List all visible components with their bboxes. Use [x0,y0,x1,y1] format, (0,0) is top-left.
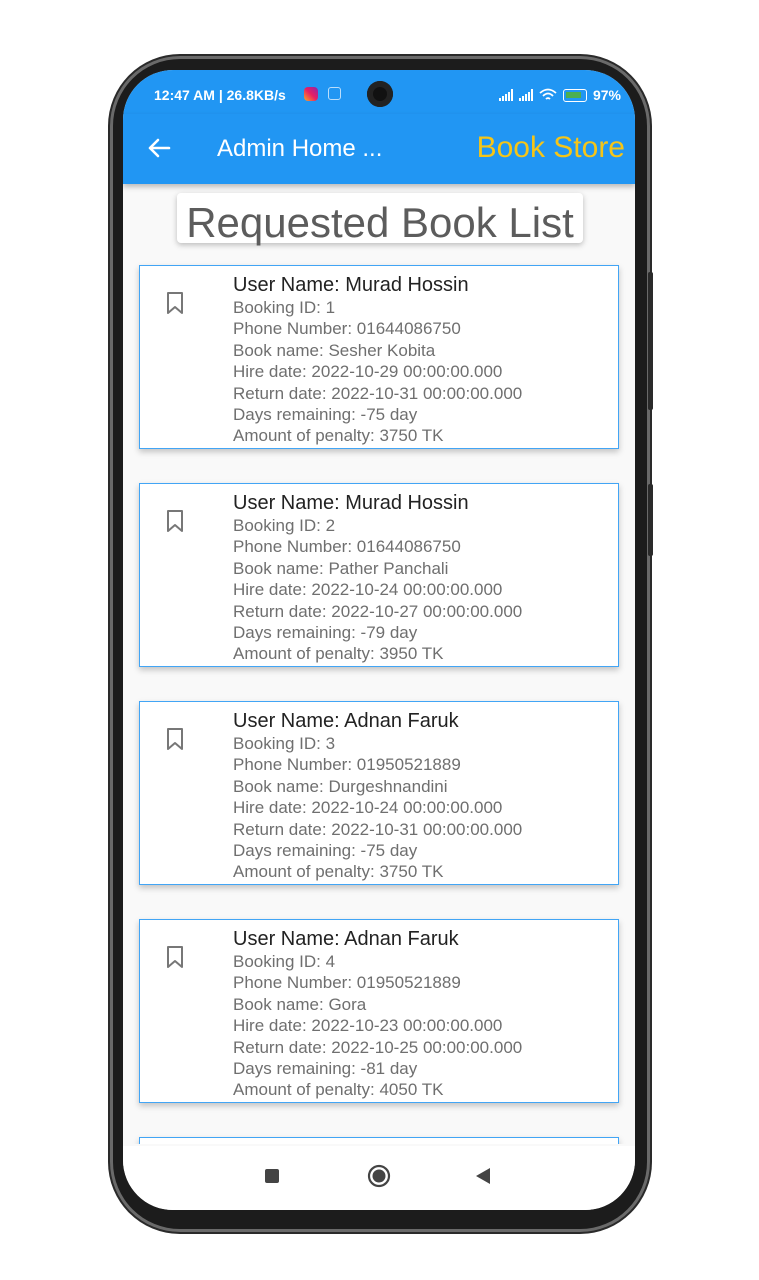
days-remaining: Days remaining: -81 day [233,1059,418,1079]
nav-back-triangle-icon[interactable] [475,1167,491,1185]
booking-id: Booking ID: 1 [233,298,336,317]
booking-card[interactable]: User Name: Adnan Faruk Booking ID: 3 Pho… [139,701,619,885]
front-camera [367,81,393,107]
user-name: User Name: Murad Hossin [233,492,469,514]
days-remaining: Days remaining: -75 day [233,841,418,861]
user-name: User Name: Murad Hossin [233,274,469,296]
book-name: Book name: Gora [233,994,367,1014]
user-name: User Name: Adnan Faruk [233,928,459,950]
penalty-amount: Amount of penalty: 3750 TK [233,862,444,882]
days-remaining: Days remaining: -75 day [233,405,418,425]
hire-date: Hire date: 2022-10-24 00:00:00.000 [233,798,503,818]
booking-list[interactable]: Requested Book List User Name: Murad Hos… [123,184,635,1144]
phone-number: Phone Number: 01644086750 [233,537,461,557]
booking-card[interactable]: User Name: Murad Hossin Booking ID: 1 Ph… [139,265,619,449]
bookmark-icon [167,510,183,532]
book-name: Book name: Pather Panchali [233,558,449,578]
book-name: Book name: Durgeshnandini [233,776,448,796]
instagram-notification-icon [304,87,318,101]
app-title: Admin Home ... [217,135,383,162]
recents-square-icon[interactable] [265,1169,279,1183]
brand-title: Book Store [476,131,625,164]
volume-button [648,272,653,410]
booking-id: Booking ID: 3 [233,734,336,753]
booking-details: User Name: Adnan Faruk Booking ID: 4 Pho… [233,928,522,1101]
battery-percent: 97% [592,87,621,103]
booking-card[interactable]: User Name: Murad Hossin Booking ID: 2 Ph… [139,483,619,667]
booking-card-partial[interactable] [139,1137,619,1144]
bookmark-icon [167,292,183,314]
user-name: User Name: Adnan Faruk [233,710,459,732]
hire-date: Hire date: 2022-10-29 00:00:00.000 [233,362,503,382]
wifi-icon [539,88,557,100]
hire-date: Hire date: 2022-10-23 00:00:00.000 [233,1016,503,1036]
booking-card[interactable]: User Name: Adnan Faruk Booking ID: 4 Pho… [139,919,619,1103]
booking-details: User Name: Adnan Faruk Booking ID: 3 Pho… [233,710,522,883]
power-button [648,484,653,556]
penalty-amount: Amount of penalty: 3950 TK [233,644,444,664]
system-nav-bar [123,1146,635,1210]
return-date: Return date: 2022-10-31 00:00:00.000 [233,383,523,403]
hire-date: Hire date: 2022-10-24 00:00:00.000 [233,580,503,600]
home-circle-icon[interactable] [367,1164,391,1188]
booking-id: Booking ID: 2 [233,516,336,535]
heading-box: Requested Book List [177,193,583,246]
return-date: Return date: 2022-10-27 00:00:00.000 [233,601,523,621]
app-bar: Admin Home ... Book Store [123,114,635,184]
penalty-amount: Amount of penalty: 4050 TK [233,1080,444,1100]
bookmark-icon [167,728,183,750]
days-remaining: Days remaining: -79 day [233,623,418,643]
phone-number: Phone Number: 01644086750 [233,319,461,339]
booking-details: User Name: Murad Hossin Booking ID: 2 Ph… [233,492,522,665]
signal-icon [498,89,513,101]
status-time: 12:47 AM | 26.8KB/s [154,87,286,103]
return-date: Return date: 2022-10-25 00:00:00.000 [233,1037,523,1057]
phone-number: Phone Number: 01950521889 [233,973,461,993]
app-notification-icon [328,87,341,100]
back-arrow-icon[interactable] [145,134,173,162]
phone-screen: 12:47 AM | 26.8KB/s 97% Admin Home ... B… [123,70,635,1210]
phone-number: Phone Number: 01950521889 [233,755,461,775]
status-bar: 12:47 AM | 26.8KB/s 97% [123,70,635,114]
booking-id: Booking ID: 4 [233,952,336,971]
page-heading: Requested Book List [186,199,574,246]
signal-icon-2 [518,89,533,101]
book-name: Book name: Sesher Kobita [233,340,436,360]
penalty-amount: Amount of penalty: 3750 TK [233,426,444,446]
return-date: Return date: 2022-10-31 00:00:00.000 [233,819,523,839]
booking-details: User Name: Murad Hossin Booking ID: 1 Ph… [233,274,522,447]
status-indicators: 97% [498,87,621,103]
battery-icon [562,88,587,102]
bookmark-icon [167,946,183,968]
